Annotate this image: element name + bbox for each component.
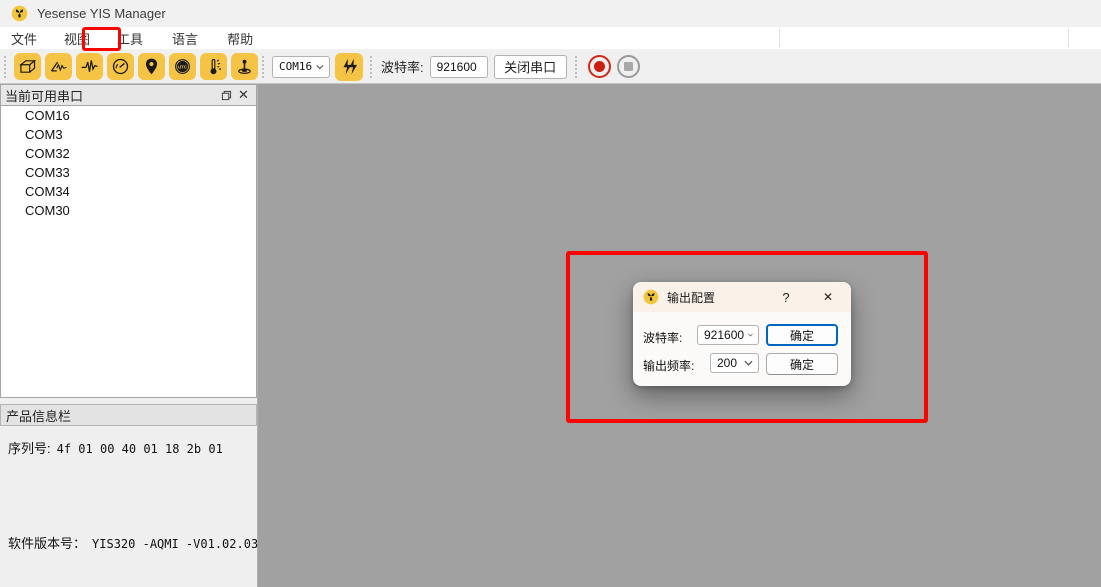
cube-3d-button[interactable]: [14, 53, 41, 80]
app-logo-icon: [11, 5, 28, 22]
chevron-down-icon: [481, 64, 482, 70]
menu-file[interactable]: 文件: [0, 27, 48, 50]
dialog-help-button[interactable]: ?: [776, 287, 796, 307]
product-info-body: 序列号: 4f 01 00 40 01 18 2b 01 软件版本号： YIS3…: [0, 426, 257, 552]
port-list-item[interactable]: COM30: [1, 201, 256, 220]
software-version-value: YIS320 -AQMI -V01.02.03;: [92, 537, 265, 551]
menu-tools[interactable]: 工具: [106, 27, 154, 50]
product-info-header: 产品信息栏: [0, 404, 257, 426]
close-panel-icon[interactable]: ✕: [235, 87, 252, 104]
chevron-down-icon: [316, 64, 324, 70]
pulse-wave-icon: [79, 56, 100, 77]
toolbar-icon-group: UTC: [14, 53, 258, 80]
window-title: Yesense YIS Manager: [37, 6, 166, 21]
refresh-lightning-icon: [340, 57, 359, 76]
port-list-item[interactable]: COM32: [1, 144, 256, 163]
attitude-plot-button[interactable]: [45, 53, 72, 80]
ports-panel-header: 当前可用串口 ✕: [0, 84, 257, 106]
level-pin-icon: [234, 56, 255, 77]
record-button[interactable]: [588, 55, 611, 78]
menu-language[interactable]: 语言: [161, 27, 209, 50]
menu-view[interactable]: 视图: [53, 27, 101, 50]
baud-rate-select[interactable]: 921600: [430, 56, 488, 78]
dialog-rate-ok-button[interactable]: 确定: [766, 353, 838, 375]
left-dock-panel: 当前可用串口 ✕ COM16 COM3 COM32 COM33 COM34 CO…: [0, 84, 258, 587]
toolbar-drag-handle[interactable]: [574, 55, 578, 79]
cube-3d-icon: [17, 56, 38, 77]
gauge-icon: [110, 56, 131, 77]
dialog-close-button[interactable]: ✕: [817, 287, 839, 307]
main-workspace: 输出配置 ? ✕ 波特率: 921600 确定 输出频率: 200 确定: [258, 84, 1101, 587]
dialog-rate-select[interactable]: 200: [710, 353, 759, 373]
thermometer-icon: [203, 56, 224, 77]
baud-rate-label: 波特率:: [381, 57, 424, 76]
chevron-down-icon: [744, 360, 753, 366]
port-list-item[interactable]: COM3: [1, 125, 256, 144]
chevron-down-icon: [748, 332, 753, 338]
location-pin-icon: [141, 56, 162, 77]
ports-list: COM16 COM3 COM32 COM33 COM34 COM30: [0, 106, 257, 398]
dialog-baud-select[interactable]: 921600: [697, 325, 759, 345]
dialog-baud-ok-button[interactable]: 确定: [766, 324, 838, 346]
utc-clock-icon: UTC: [172, 56, 193, 77]
stop-icon: [624, 62, 633, 71]
waveform-plot-button[interactable]: [76, 53, 103, 80]
port-select[interactable]: COM16: [272, 56, 330, 78]
software-version-row: 软件版本号： YIS320 -AQMI -V01.02.03;: [8, 533, 249, 552]
dialog-logo-icon: [643, 289, 659, 305]
location-button[interactable]: [138, 53, 165, 80]
port-list-item[interactable]: COM16: [1, 106, 256, 125]
serial-number-value: 4f 01 00 40 01 18 2b 01: [57, 442, 223, 456]
toolbar: UTC COM16: [0, 50, 1101, 84]
port-list-item[interactable]: COM33: [1, 163, 256, 182]
serial-number-row: 序列号: 4f 01 00 40 01 18 2b 01: [8, 438, 249, 457]
output-config-dialog: 输出配置 ? ✕ 波特率: 921600 确定 输出频率: 200 确定: [633, 282, 851, 386]
gauge-button[interactable]: [107, 53, 134, 80]
ports-panel-title: 当前可用串口: [5, 86, 218, 105]
svg-text:UTC: UTC: [178, 64, 188, 69]
window-titlebar: Yesense YIS Manager: [0, 0, 1101, 27]
dialog-title: 输出配置: [667, 289, 715, 306]
dialog-rate-label: 输出频率:: [643, 357, 694, 374]
menubar-separator: [779, 29, 780, 47]
angle-wave-icon: [48, 56, 69, 77]
stop-button[interactable]: [617, 55, 640, 78]
baud-rate-value: 921600: [437, 60, 477, 74]
dialog-baud-label: 波特率:: [643, 329, 682, 346]
record-icon: [594, 61, 605, 72]
dialog-baud-value: 921600: [704, 328, 744, 342]
dialog-rate-value: 200: [717, 356, 737, 370]
float-panel-icon[interactable]: [218, 87, 235, 104]
toolbar-drag-handle[interactable]: [261, 55, 265, 79]
product-info-title: 产品信息栏: [6, 406, 71, 425]
port-select-value: COM16: [279, 60, 312, 73]
refresh-ports-button[interactable]: [335, 53, 363, 81]
menubar-separator: [1068, 29, 1069, 47]
menu-help[interactable]: 帮助: [216, 27, 264, 50]
software-version-label: 软件版本号：: [8, 533, 86, 552]
toolbar-drag-handle[interactable]: [369, 55, 373, 79]
menu-bar: 文件 视图 工具 语言 帮助: [0, 27, 1101, 50]
close-serial-port-button[interactable]: 关闭串口: [494, 55, 567, 79]
utc-clock-button[interactable]: UTC: [169, 53, 196, 80]
port-list-item[interactable]: COM34: [1, 182, 256, 201]
level-pin-button[interactable]: [231, 53, 258, 80]
temperature-button[interactable]: [200, 53, 227, 80]
serial-number-label: 序列号:: [8, 438, 51, 457]
toolbar-drag-handle[interactable]: [3, 55, 7, 79]
